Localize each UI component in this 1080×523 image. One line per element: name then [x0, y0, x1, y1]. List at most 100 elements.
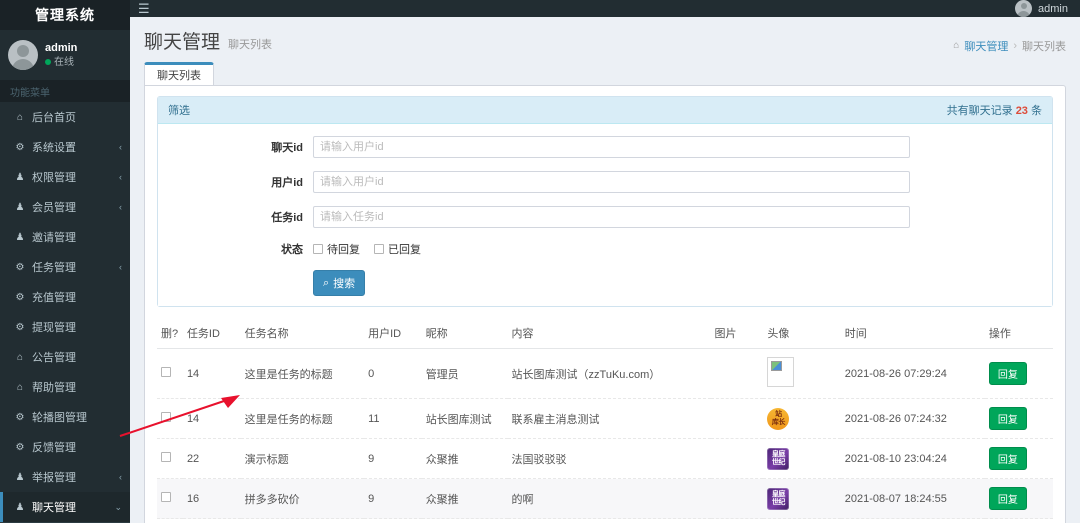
cell-nickname: 管理员 — [421, 348, 508, 399]
cell-time: 2021-08-26 07:24:32 — [840, 398, 985, 439]
sidebar-user-panel: admin 在线 — [0, 30, 130, 80]
record-count-prefix: 共有聊天记录 — [946, 105, 1013, 117]
sidebar-item-label: 系统设置 — [32, 142, 76, 154]
row-select-cell[interactable] — [157, 438, 183, 479]
home-icon: ⌂ — [16, 381, 24, 393]
cell-time: 2021-08-10 23:04:24 — [840, 438, 985, 479]
chevron-icon: ⌄ — [114, 501, 122, 512]
brand-title: 管理系统 — [0, 0, 130, 30]
cell-image — [710, 398, 764, 439]
row-select-cell[interactable] — [157, 478, 183, 519]
tab-bar: 聊天列表 — [130, 62, 1080, 85]
sidebar-item-14[interactable]: ♟ 聊天管理 ⌄ — [0, 492, 130, 522]
sidebar-item-13[interactable]: ♟ 举报管理 ‹ — [0, 462, 130, 492]
cell-task-name: 拼多多砍价 — [240, 478, 365, 519]
task-id-input[interactable] — [313, 206, 910, 228]
breadcrumb-current: 聊天列表 — [1022, 40, 1066, 53]
tab-chat-list[interactable]: 聊天列表 — [144, 62, 214, 85]
gear-icon: ⚙ — [15, 441, 25, 453]
filter-header: 筛选 共有聊天记录 23 条 — [158, 97, 1052, 124]
checkbox-icon[interactable] — [161, 412, 171, 422]
search-button[interactable]: ⌕ 搜索 — [313, 270, 366, 296]
cell-nickname: 众聚推 — [421, 518, 508, 523]
table-header-row: 删? 任务ID 任务名称 用户ID 昵称 内容 图片 头像 时间 操作 — [157, 319, 1053, 349]
breadcrumb-parent[interactable]: 聊天管理 — [964, 38, 1008, 54]
sidebar-item-9[interactable]: ⌂ 公告管理 — [0, 342, 130, 372]
checkbox-replied[interactable]: 已回复 — [374, 241, 421, 257]
sidebar-item-8[interactable]: ⚙ 提现管理 — [0, 312, 130, 342]
online-dot-icon — [45, 59, 51, 66]
checkbox-pending-reply[interactable]: 待回复 — [313, 241, 360, 257]
table-row: 22 演示标题 9 众聚推 法国驳驳驳 皇庭 世纪 2021-08-10 23:04:24 回复 — [157, 438, 1053, 479]
field-task-id: 任务id — [158, 206, 1052, 228]
label-status: 状态 — [281, 244, 303, 256]
table-row: 16拼多多砍价9众聚推的啊 皇庭世纪2021-08-07 18:24:43回复 — [157, 518, 1053, 523]
users-icon: ♟ — [15, 501, 25, 513]
topbar-user-label: admin — [1038, 2, 1068, 15]
record-count-suffix: 条 — [1031, 105, 1042, 117]
reply-button[interactable]: 回复 — [988, 362, 1027, 385]
sidebar-item-label: 后台首页 — [32, 112, 76, 124]
chat-id-input[interactable] — [313, 136, 910, 158]
sidebar-item-2[interactable]: ⚙ 系统设置 ‹ — [0, 132, 130, 162]
sidebar-item-label: 任务管理 — [32, 262, 76, 274]
sidebar-menu-header: 功能菜单 — [0, 80, 130, 102]
cell-nickname: 众聚推 — [421, 438, 508, 479]
cell-content: 的啊 — [507, 478, 711, 519]
gear-icon: ⚙ — [15, 321, 25, 333]
search-icon: ⌕ — [323, 276, 330, 289]
cell-avatar: 皇庭世纪 — [763, 518, 841, 523]
admin-dashboard: 管理系统 admin 在线 功能菜单 ⌂ 后台首页 ⚙ 系统设置 ‹ ♟ 权限管理 ‹ ♟ 会员管… — [0, 0, 1080, 523]
broken-image-icon — [767, 357, 795, 387]
page-subtitle: 聊天列表 — [228, 39, 273, 51]
avatar — [8, 40, 38, 70]
cell-action: 回复 — [984, 478, 1053, 519]
cell-user-id: 9 — [364, 478, 422, 519]
gear-icon: ⚙ — [15, 141, 25, 153]
checkbox-icon[interactable] — [161, 452, 171, 462]
sidebar-item-7[interactable]: ⚙ 充值管理 — [0, 282, 130, 312]
field-submit: ⌕ 搜索 — [158, 270, 1052, 296]
column-header-8: 头像 — [763, 319, 841, 349]
sidebar-item-label: 举报管理 — [32, 472, 76, 484]
sidebar-item-4[interactable]: ♟ 会员管理 ‹ — [0, 192, 130, 222]
avatar-image: 皇庭 世纪 — [767, 447, 790, 470]
chat-table: 删? 任务ID 任务名称 用户ID 昵称 内容 图片 头像 时间 操作 14 这里是任务的标题 0 管理… — [157, 319, 1053, 523]
sidebar-item-12[interactable]: ⚙ 反馈管理 — [0, 432, 130, 462]
row-select-cell[interactable] — [157, 518, 183, 523]
sidebar-item-11[interactable]: ⚙ 轮播图管理 — [0, 402, 130, 432]
row-select-cell[interactable] — [157, 398, 183, 439]
menu-toggle-icon[interactable]: ☰ — [138, 2, 150, 15]
sidebar-item-label: 会员管理 — [32, 202, 76, 214]
cell-content: 站长图库测试（zzTuKu.com） — [507, 348, 711, 399]
avatar-text-line1: 皇庭 — [771, 451, 786, 459]
row-select-cell[interactable] — [157, 348, 183, 399]
sidebar-item-6[interactable]: ⚙ 任务管理 ‹ — [0, 252, 130, 282]
field-chat-id: 聊天id — [158, 136, 1052, 158]
record-count: 共有聊天记录 23 条 — [947, 102, 1042, 118]
cell-image — [710, 518, 764, 523]
checkbox-icon[interactable] — [161, 492, 171, 502]
cell-task-id: 14 — [182, 348, 241, 399]
sidebar-item-10[interactable]: ⌂ 帮助管理 — [0, 372, 130, 402]
content-panel: 筛选 共有聊天记录 23 条 聊天id 用户id — [144, 85, 1066, 523]
field-status: 状态 待回复 已回复 — [158, 241, 1052, 257]
avatar-text-line1: 皇庭 — [771, 491, 786, 499]
search-button-label: 搜索 — [333, 278, 356, 290]
reply-button[interactable]: 回复 — [988, 487, 1027, 510]
reply-button[interactable]: 回复 — [988, 447, 1027, 470]
sidebar-item-3[interactable]: ♟ 权限管理 ‹ — [0, 162, 130, 192]
cell-avatar: 皇庭世纪 — [763, 438, 841, 479]
checkbox-replied-label: 已回复 — [388, 244, 421, 256]
topbar-user[interactable]: admin — [1015, 0, 1068, 17]
cell-image — [710, 478, 764, 519]
user-id-input[interactable] — [313, 171, 910, 193]
sidebar-item-1[interactable]: ⌂ 后台首页 — [0, 102, 130, 132]
checkbox-icon[interactable] — [161, 367, 171, 377]
column-header-5: 昵称 — [421, 319, 508, 349]
reply-button[interactable]: 回复 — [988, 407, 1027, 430]
sidebar-item-5[interactable]: ♟ 邀请管理 — [0, 222, 130, 252]
cell-image — [710, 348, 764, 399]
cell-content: 联系雇主消息测试 — [507, 398, 711, 439]
column-header-9: 时间 — [840, 319, 985, 349]
